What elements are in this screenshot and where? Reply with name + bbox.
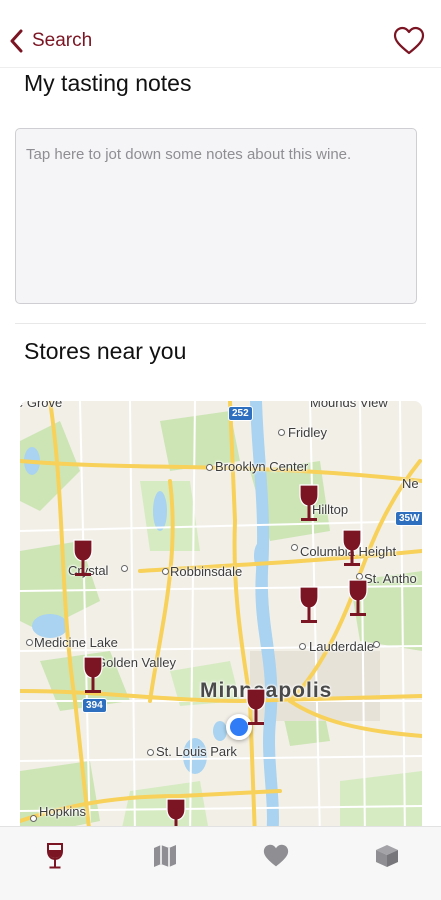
- tab-cellar[interactable]: [372, 841, 402, 871]
- map-label-golden-valley: Golden Valley: [96, 655, 176, 670]
- tab-wines[interactable]: [40, 841, 70, 871]
- map-place-dot: [121, 565, 128, 572]
- map-label-grove: e Grove: [20, 401, 63, 410]
- map-place-dot: [299, 643, 306, 650]
- back-button-label: Search: [32, 30, 93, 51]
- highway-shield-394: 394: [82, 698, 107, 713]
- map-place-dot: [26, 639, 33, 646]
- map-label-medicine-lake: Medicine Lake: [34, 635, 118, 650]
- section-divider: [15, 323, 426, 324]
- wine-glass-pin-icon[interactable]: [297, 483, 321, 523]
- map-place-dot: [147, 749, 154, 756]
- highway-shield-35w: 35W: [395, 511, 422, 526]
- wine-glass-icon: [47, 843, 63, 869]
- map-place-dot: [162, 568, 169, 575]
- tab-map[interactable]: [150, 841, 180, 871]
- map-label-hopkins: Hopkins: [39, 804, 86, 819]
- stores-heading: Stores near you: [24, 338, 187, 364]
- favorite-button[interactable]: [393, 26, 425, 56]
- map-icon: [154, 845, 176, 867]
- tab-bar: [0, 826, 441, 900]
- map-label-ne: Ne: [402, 476, 419, 491]
- heart-outline-icon: [393, 26, 425, 55]
- tab-favorites[interactable]: [261, 841, 291, 871]
- map-place-dot: [278, 429, 285, 436]
- wine-glass-pin-icon[interactable]: [340, 528, 364, 568]
- navigation-bar: Search: [0, 0, 441, 68]
- back-button[interactable]: Search: [8, 26, 92, 56]
- tasting-notes-heading: My tasting notes: [24, 70, 192, 96]
- box-icon: [376, 845, 398, 867]
- wine-glass-pin-icon[interactable]: [346, 578, 370, 618]
- wine-glass-pin-icon[interactable]: [71, 538, 95, 578]
- wine-glass-pin-icon[interactable]: [244, 687, 268, 727]
- map-label-st-louis-park: St. Louis Park: [156, 744, 237, 759]
- map-label-brooklyn-center: Brooklyn Center: [215, 459, 309, 474]
- tasting-notes-input[interactable]: Tap here to jot down some notes about th…: [15, 128, 417, 304]
- stores-map[interactable]: 252 35W 394 e Grove Mounds View Fridley …: [20, 401, 422, 837]
- chevron-left-icon: [10, 29, 23, 53]
- map-label-st-anthony: St. Antho: [364, 571, 417, 586]
- wine-glass-pin-icon[interactable]: [81, 655, 105, 695]
- map-place-dot: [30, 815, 37, 822]
- wine-glass-pin-icon[interactable]: [297, 585, 321, 625]
- map-place-dot: [206, 464, 213, 471]
- map-place-dot: [373, 641, 380, 648]
- heart-icon: [263, 844, 289, 867]
- map-label-robbinsdale: Robbinsdale: [170, 564, 243, 579]
- map-label-mounds-view: Mounds View: [310, 401, 388, 410]
- map-label-fridley: Fridley: [288, 425, 328, 440]
- map-label-lauderdale: Lauderdale: [309, 639, 375, 654]
- highway-shield-252: 252: [228, 406, 253, 421]
- map-place-dot: [291, 544, 298, 551]
